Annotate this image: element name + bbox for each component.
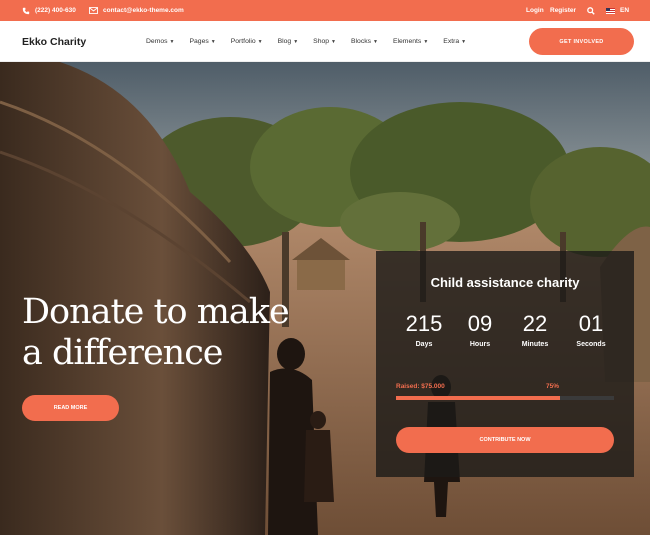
menu-item-blocks[interactable]: Blocks ▼ [351,38,378,45]
chevron-down-icon: ▼ [423,38,429,45]
countdown-seconds: 01 Seconds [561,311,621,348]
raised-amount: Raised: $75.000 [396,383,445,390]
countdown-value: 01 [578,311,604,336]
us-flag-icon [606,7,615,14]
register-link[interactable]: Register [550,0,576,21]
campaign-card: Child assistance charity 215 Days 09 Hou… [376,251,634,477]
menu-label: Blocks [351,38,372,45]
countdown-label: Minutes [521,341,549,348]
progress-percent: 75% [546,383,560,390]
site-logo[interactable]: Ekko Charity [22,21,86,62]
menu-label: Elements [392,38,422,45]
menu-label: Extra [443,38,460,45]
countdown-label: Days [415,341,433,348]
search-icon[interactable] [587,0,595,21]
chevron-down-icon: ▼ [210,38,216,45]
headline-line-1: Donate to make [22,292,290,332]
phone-icon [22,7,30,15]
countdown-value: 09 [467,311,493,336]
countdown-minutes: 22 Minutes [505,311,565,348]
chevron-down-icon: ▼ [293,38,299,45]
progress-fill [396,396,560,400]
menu-item-pages[interactable]: Pages ▼ [189,38,215,45]
countdown-value: 22 [522,311,548,336]
email-contact[interactable]: contact@ekko-theme.com [89,0,184,21]
chevron-down-icon: ▼ [169,38,175,45]
language-selector[interactable]: EN [606,0,629,21]
envelope-icon [89,7,98,14]
contribute-now-button[interactable]: CONTRIBUTE NOW [396,427,614,453]
menu-item-extra[interactable]: Extra ▼ [443,38,466,45]
menu-label: Pages [189,38,209,45]
chevron-down-icon: ▼ [461,38,467,45]
progress-bar [396,396,614,400]
phone-number: (222) 400-630 [35,7,76,14]
menu-label: Blog [277,38,292,45]
main-navigation: Ekko Charity Demos ▼ Pages ▼ Portfolio ▼ Bl… [0,21,650,62]
menu-item-demos[interactable]: Demos ▼ [146,38,174,45]
menu-item-portfolio[interactable]: Portfolio ▼ [231,38,263,45]
nav-menu: Demos ▼ Pages ▼ Portfolio ▼ Blog ▼ Shop ▼ Blo… [146,21,481,62]
menu-item-shop[interactable]: Shop ▼ [313,38,336,45]
menu-label: Portfolio [230,38,256,45]
headline-line-2: a difference [22,333,224,373]
hero-section: Donate to make a difference READ MORE Ch… [0,62,650,535]
countdown-value: 215 [405,311,443,336]
login-link[interactable]: Login [526,0,544,21]
language-label: EN [620,7,630,14]
campaign-title: Child assistance charity [430,275,580,290]
menu-item-blog[interactable]: Blog ▼ [278,38,299,45]
phone-contact[interactable]: (222) 400-630 [22,0,76,21]
menu-item-elements[interactable]: Elements ▼ [393,38,428,45]
chevron-down-icon: ▼ [331,38,336,45]
menu-label: Demos [146,38,168,45]
countdown-days: 215 Days [394,311,454,348]
countdown-label: Hours [469,341,491,348]
chevron-down-icon: ▼ [373,38,378,45]
countdown-hours: 09 Hours [450,311,510,348]
get-involved-button[interactable]: GET INVOLVED [529,28,634,55]
top-bar: (222) 400-630 contact@ekko-theme.com Log… [0,0,650,21]
countdown-label: Seconds [576,341,606,348]
email-address: contact@ekko-theme.com [103,7,184,14]
chevron-down-icon: ▼ [257,38,263,45]
read-more-button[interactable]: READ MORE [22,395,119,421]
menu-label: Shop [313,38,330,45]
hero-headline: Donate to make a difference [22,292,302,374]
